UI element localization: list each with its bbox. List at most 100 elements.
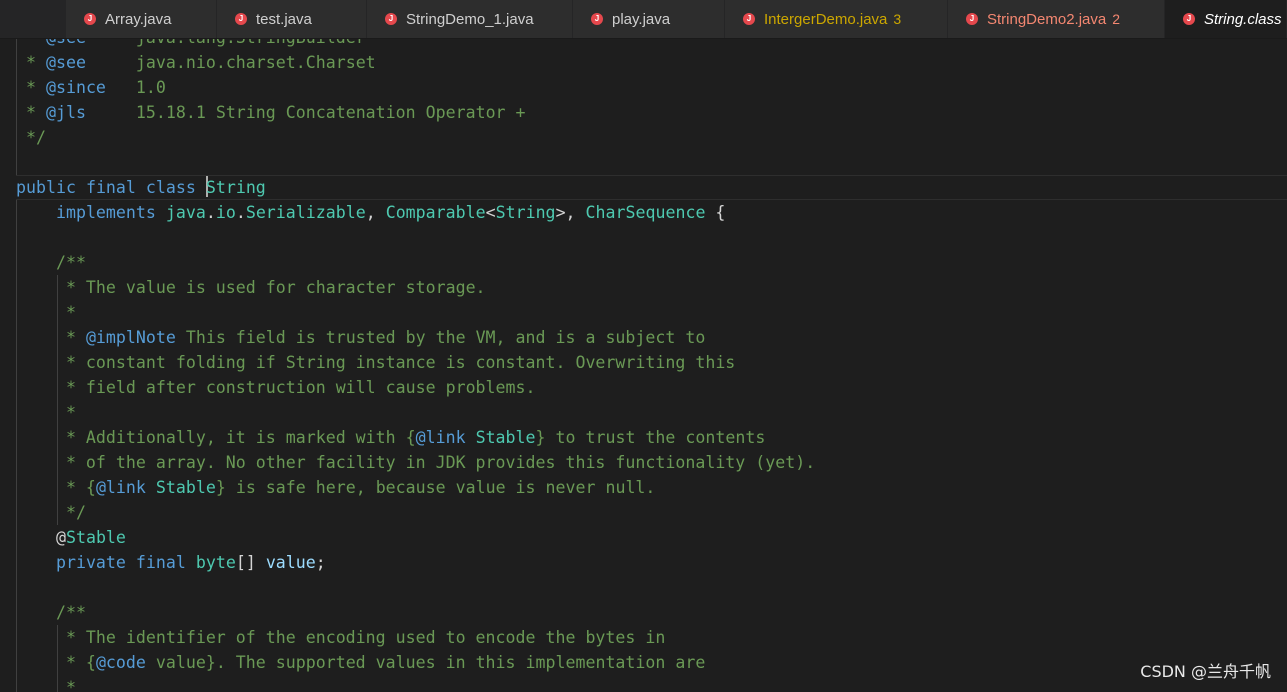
code-token: * The value is used for character storag…: [16, 278, 486, 297]
code-line: * Additionally, it is marked with {@link…: [0, 425, 1287, 450]
code-token: value: [265, 553, 316, 572]
code-token: io: [215, 203, 236, 222]
code-token: * field after construction will cause pr…: [16, 378, 536, 397]
code-token: *: [16, 53, 46, 72]
code-line: implements java.io.Serializable, Compara…: [0, 200, 1287, 225]
indent-guide: [16, 200, 17, 692]
code-token: private: [55, 553, 126, 572]
code-line: * @see java.nio.charset.Charset: [0, 50, 1287, 75]
code-token: ;: [315, 553, 326, 572]
code-token: Stable: [155, 478, 216, 497]
tab-label: Array.java: [105, 10, 172, 28]
code-token: final: [135, 553, 186, 572]
code-lines: * @see java.lang.StringBuilder * @see ja…: [0, 39, 1287, 692]
code-token: @: [55, 528, 66, 547]
code-token: .: [235, 203, 246, 222]
tab-label: StringDemo_1.java: [406, 10, 534, 28]
java-file-icon: J: [743, 13, 755, 25]
tab-intergerdemo-java[interactable]: J IntergerDemo.java 3: [725, 0, 948, 38]
code-token: CharSequence: [585, 203, 706, 222]
code-line: * @implNote This field is trusted by the…: [0, 325, 1287, 350]
code-token: *: [16, 78, 46, 97]
text-cursor: [205, 176, 208, 197]
code-token: java.lang.StringBuilder: [86, 39, 366, 47]
code-token: byte: [195, 553, 236, 572]
code-line: */: [0, 125, 1287, 150]
code-token: >,: [555, 203, 586, 222]
problem-count-badge: 2: [1112, 11, 1121, 27]
indent-guide: [16, 39, 17, 175]
code-token: @see: [46, 39, 86, 47]
java-file-icon: J: [1183, 13, 1195, 25]
problem-count-badge: 3: [893, 11, 902, 27]
code-token: ,: [365, 203, 386, 222]
code-token: /**: [16, 253, 86, 272]
tab-string-class[interactable]: J String.class: [1165, 0, 1287, 38]
code-token: Comparable: [385, 203, 486, 222]
code-line: * The identifier of the encoding used to…: [0, 625, 1287, 650]
code-line: * of the array. No other facility in JDK…: [0, 450, 1287, 475]
code-line: * field after construction will cause pr…: [0, 375, 1287, 400]
code-token: @see: [45, 53, 86, 72]
code-line: * @see java.lang.StringBuilder: [0, 39, 1287, 50]
code-token: Stable: [65, 528, 126, 547]
tab-play-java[interactable]: Jplay.java: [573, 0, 725, 38]
code-token: } is safe here, because value is never n…: [215, 478, 656, 497]
code-token: * constant folding if String instance is…: [16, 353, 736, 372]
code-token: This field is trusted by the VM, and is …: [175, 328, 706, 347]
code-token: public: [16, 178, 76, 197]
tab-stringdemo2-java[interactable]: J StringDemo2.java 2: [948, 0, 1165, 38]
code-line: * The value is used for character storag…: [0, 275, 1287, 300]
tab-test-java[interactable]: Jtest.java: [217, 0, 367, 38]
code-token: @implNote: [85, 328, 176, 347]
java-file-icon: J: [591, 13, 603, 25]
code-token: String: [205, 178, 266, 197]
code-line: */: [0, 500, 1287, 525]
code-line: private final byte[] value;: [0, 550, 1287, 575]
code-line: * {@code value}. The supported values in…: [0, 650, 1287, 675]
code-token: final: [85, 178, 136, 197]
code-token: * {: [16, 653, 96, 672]
code-token: java: [165, 203, 206, 222]
code-token: *: [16, 103, 46, 122]
csdn-watermark: CSDN @兰舟千帆: [1140, 662, 1271, 681]
code-token: Serializable: [245, 203, 366, 222]
code-token: *: [16, 678, 76, 692]
code-line: * constant folding if String instance is…: [0, 350, 1287, 375]
code-token: @since: [45, 78, 106, 97]
tab-stringdemo-1-java[interactable]: J StringDemo_1.java: [367, 0, 573, 38]
code-line: /**: [0, 250, 1287, 275]
code-token: } to trust the contents: [535, 428, 766, 447]
tab-label: play.java: [612, 10, 671, 28]
code-token: {: [705, 203, 726, 222]
java-file-icon: J: [235, 13, 247, 25]
tab-label: StringDemo2.java: [987, 10, 1107, 28]
code-token: /**: [16, 603, 86, 622]
tab-array-java[interactable]: J Array.java: [66, 0, 217, 38]
tab-label: IntergerDemo.java: [764, 10, 888, 28]
code-line: * @since 1.0: [0, 75, 1287, 100]
code-line: public final class String: [0, 175, 1287, 200]
code-line: *: [0, 675, 1287, 692]
java-file-icon: J: [385, 13, 397, 25]
code-editor[interactable]: * @see java.lang.StringBuilder * @see ja…: [0, 39, 1287, 692]
code-token: 1.0: [105, 78, 166, 97]
code-token: .: [205, 203, 216, 222]
code-line: * {@link Stable} is safe here, because v…: [0, 475, 1287, 500]
code-token: *: [16, 303, 76, 322]
code-token: @link: [415, 428, 466, 447]
code-token: * {: [16, 478, 96, 497]
code-token: *: [16, 328, 86, 347]
